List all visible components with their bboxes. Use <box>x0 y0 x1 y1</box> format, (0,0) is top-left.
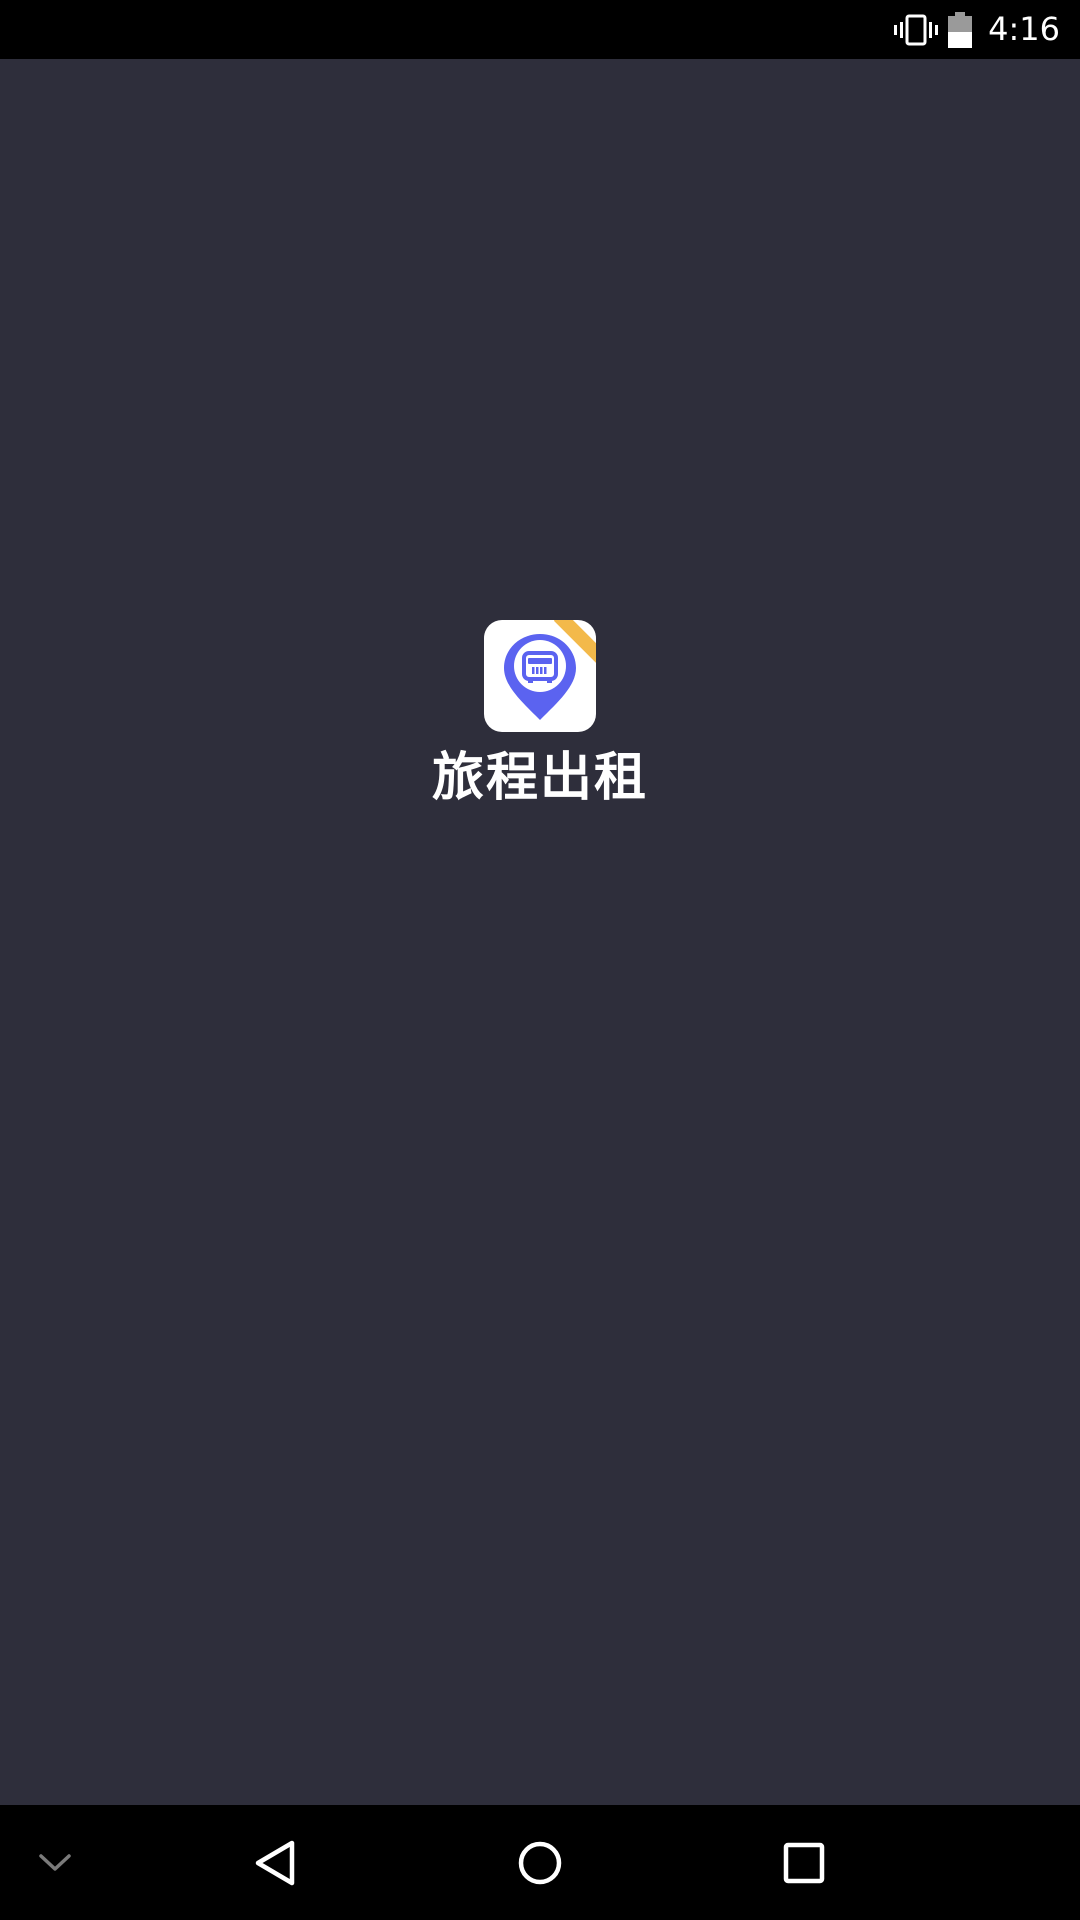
battery-icon <box>948 11 973 48</box>
status-time: 4:16 <box>988 10 1060 48</box>
back-icon[interactable] <box>235 1805 315 1920</box>
home-icon[interactable] <box>500 1805 580 1920</box>
recents-icon[interactable] <box>764 1805 844 1920</box>
status-bar: 4:16 <box>0 0 1080 59</box>
app-name: 旅程出租 <box>431 748 648 808</box>
vibrate-icon <box>894 13 939 47</box>
collapse-chevron-icon[interactable] <box>20 1805 90 1920</box>
status-icons: 4:16 <box>894 0 1060 59</box>
splash-content: 旅程出租 <box>0 620 1080 807</box>
app-icon <box>484 620 596 732</box>
navigation-bar <box>0 1805 1080 1920</box>
